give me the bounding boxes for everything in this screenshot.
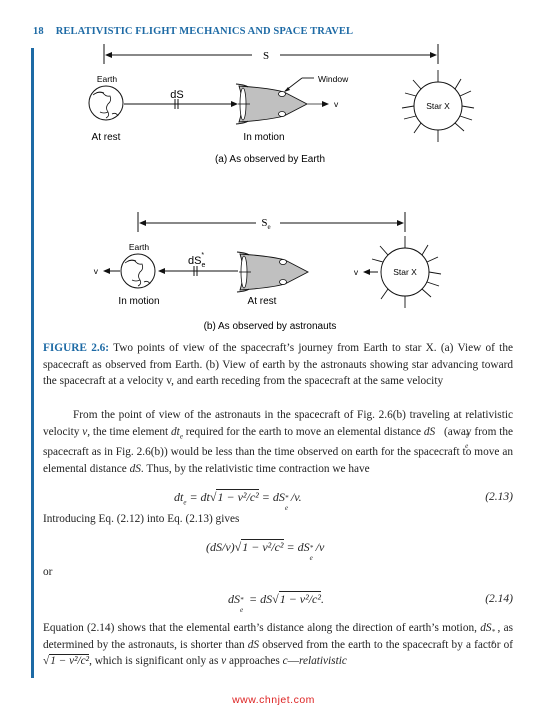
math-dse-star: dS * e (423, 425, 469, 450)
craft-state-a: In motion (243, 132, 284, 143)
subcaption-a: (a) As observed by Earth (215, 154, 325, 165)
paragraph-1: From the point of view of the astronauts… (43, 407, 513, 477)
math-dse-star: dS * e (480, 622, 495, 646)
text-run: observed from the earth to the spacecraf… (259, 638, 513, 651)
earth-globe-icon (88, 85, 124, 121)
math-sqrt-factor: 1 − v²/c² (49, 654, 90, 667)
math-ds: dS (129, 462, 141, 475)
equation-intermediate: (dS/v)√1 − v²/c² = dS * e/v (206, 539, 325, 562)
panel-a: S Earth At rest dS Window v In motion St… (88, 44, 475, 165)
star-velocity-v-label: v (354, 267, 359, 277)
element-ds-label: dS (170, 89, 183, 101)
watermark: www.chnjet.com (232, 694, 315, 706)
star-x-icon-a: Star X (401, 70, 475, 142)
equation-number-2-13: (2.13) (485, 491, 513, 503)
figure-caption: FIGURE 2.6: Two points of view of the sp… (43, 340, 513, 390)
window-label: Window (318, 74, 349, 84)
earth-state-a: At rest (92, 132, 121, 143)
spacecraft-icon-b (236, 251, 309, 293)
element-dse-label: dSe* (188, 252, 205, 269)
spacecraft-icon-a (235, 83, 308, 125)
earth-label-b: Earth (129, 242, 150, 252)
craft-state-b: At rest (248, 296, 277, 307)
earth-velocity-v-label: v (94, 266, 99, 276)
text-run: — (287, 655, 299, 667)
earth-globe-icon-b (120, 253, 156, 289)
equation-2-14: dS * e = dS√1 − v²/c². (228, 591, 324, 614)
star-x-icon-b: Star X (371, 236, 442, 308)
window-icon (278, 91, 286, 97)
math-dte: dte (171, 425, 183, 440)
paragraph-2: Equation (2.14) shows that the elemental… (43, 622, 513, 667)
panel-b: Se Earth v In motion dSe* At rest v Star… (94, 212, 442, 332)
or-line: or (43, 566, 53, 578)
figure-2-6: S Earth At rest dS Window v In motion St… (88, 44, 475, 332)
distance-s-label: S (263, 50, 269, 62)
text-run: approaches (226, 655, 283, 667)
text-run: , the time element (87, 425, 172, 438)
text-run: , which is significant only as (89, 655, 222, 667)
star-x-label-b: Star X (393, 267, 417, 277)
text-run: Equation (2.14) shows that the elemental… (43, 622, 481, 634)
text-run: . Thus, by the relativistic time contrac… (140, 462, 370, 475)
figure-caption-label: FIGURE 2.6: (43, 342, 110, 354)
equation-2-13: dte = dt√1 − v²/c² = dS * e/v. (174, 489, 302, 512)
emphasis-relativistic: relativistic (298, 655, 347, 667)
star-x-label-a: Star X (426, 101, 450, 111)
equation-number-2-14: (2.14) (485, 593, 513, 605)
subcaption-b: (b) As observed by astronauts (204, 321, 337, 332)
distance-s-dimension: S (103, 44, 439, 64)
figure-caption-text: Two points of view of the spacecraft’s j… (43, 342, 513, 387)
earth-state-b: In motion (118, 296, 159, 307)
text-run: required for the earth to move an elemen… (182, 425, 424, 438)
distance-se-label: Se (261, 217, 270, 231)
earth-label-a: Earth (97, 74, 118, 84)
velocity-v-label-a: v (334, 99, 339, 109)
distance-se-dimension: Se (137, 212, 406, 232)
intro-line: Introducing Eq. (2.12) into Eq. (2.13) g… (43, 513, 240, 525)
math-ds: dS (247, 638, 260, 651)
